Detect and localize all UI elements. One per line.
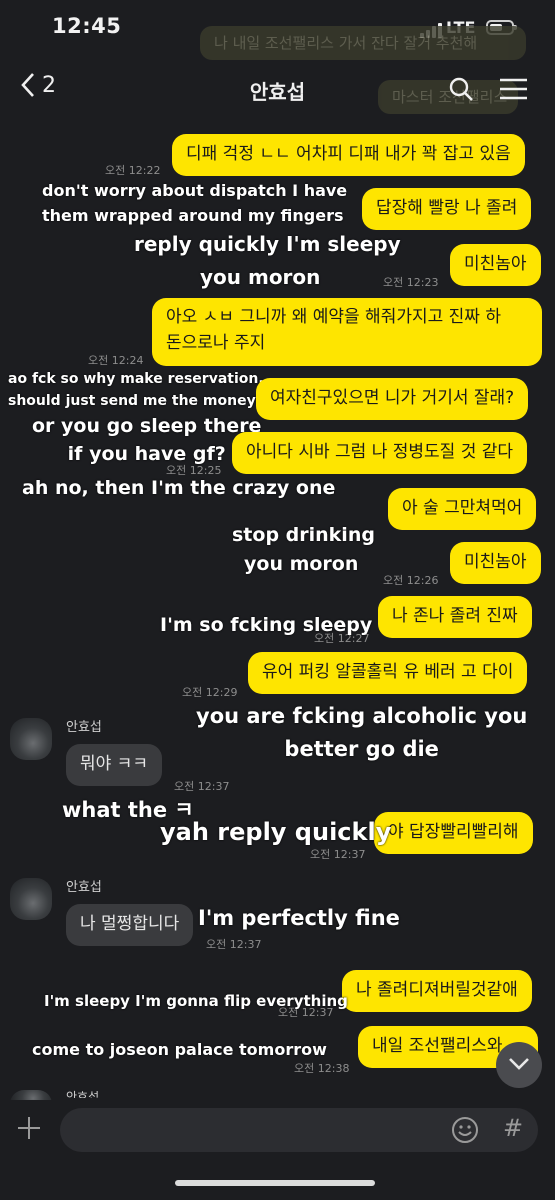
message-time: 오전 12:38 [294,1062,350,1075]
translation-caption: stop drinking [232,524,375,546]
translation-caption: reply quickly I'm sleepy [134,232,401,256]
sender-name: 안효섭 [66,880,102,895]
message-bubble[interactable]: 유어 퍼킹 알콜홀릭 유 베러 고 다이 [248,652,528,694]
translation-caption: I'm sleepy I'm gonna flip everything [44,992,348,1010]
message-bubble[interactable]: 여자친구있으면 니가 거기서 잘래? [256,378,529,420]
emoji-icon[interactable] [451,1116,479,1144]
translation-caption: you moron [200,265,321,289]
message-bubble[interactable]: 미친놈아 [450,542,541,584]
message-bubble[interactable]: 나 멀쩡합니다 [66,904,194,946]
message-time: 오전 12:37 [206,938,262,951]
message-time: 오전 12:37 [310,848,366,861]
message-bubble[interactable]: 아 술 그만쳐먹어 [388,488,537,530]
translation-caption: ah no, then I'm the crazy one [22,477,336,499]
chevron-down-icon [509,1058,529,1070]
message-time: 오전 12:37 [174,780,230,793]
message-bubble[interactable]: 뭐야 ㅋㅋ [66,744,162,786]
home-indicator [175,1180,375,1186]
avatar[interactable] [10,878,52,920]
translation-caption: don't worry about dispatch I have them w… [42,181,348,225]
sender-name: 안효섭 [66,1090,100,1098]
translation-caption: you moron [244,553,359,575]
avatar[interactable] [10,718,52,760]
scroll-to-bottom-button[interactable] [496,1042,542,1088]
message-bubble[interactable]: 나 졸려디져버릴것같애 [342,970,532,1012]
ghost-notification: 나 내일 조선팰리스 가서 잔다 잘거 추천해 [200,26,526,60]
search-icon[interactable] [448,76,474,102]
message-time: 오전 12:25 [166,464,222,477]
translation-caption: ao fck so why make reservation, should j… [8,371,264,409]
plus-icon[interactable] [16,1110,42,1150]
menu-icon[interactable] [500,78,527,100]
message-time: 오전 12:29 [182,686,238,699]
hash-icon[interactable]: # [503,1114,523,1142]
message-time: 오전 12:24 [88,354,144,367]
message-time: 오전 12:22 [105,164,161,177]
message-bubble[interactable]: 야 답장빨리빨리해 [374,812,533,854]
message-time: 오전 12:26 [383,574,439,587]
translation-caption: I'm so fcking sleepy [160,614,373,636]
message-bubble[interactable]: 미친놈아 [450,244,541,286]
message-bubble[interactable]: 나 존나 졸려 진짜 [378,596,532,638]
translation-caption: come to joseon palace tomorrow [32,1040,327,1059]
translation-caption: I'm perfectly fine [198,906,400,930]
message-bubble[interactable]: 아오 ㅅㅂ 그니까 왜 예약을 해줘가지고 진짜 하 돈으로나 주지 [152,298,542,366]
sender-name: 안효섭 [66,720,102,735]
message-bubble[interactable]: 답장해 빨랑 나 졸려 [362,188,532,230]
translation-caption: you are fcking alcoholic you better go d… [196,704,528,761]
message-time: 오전 12:23 [383,276,439,289]
message-bubble[interactable]: 아니다 시바 그럼 나 정병도질 것 같다 [232,432,528,474]
status-time: 12:45 [52,14,122,38]
translation-caption: or you go sleep there if you have gf? [32,415,262,465]
translation-caption: yah reply quickly [160,818,392,846]
message-bubble[interactable]: 디패 걱정 ㄴㄴ 어차피 디패 내가 꽉 잡고 있음 [172,134,525,176]
